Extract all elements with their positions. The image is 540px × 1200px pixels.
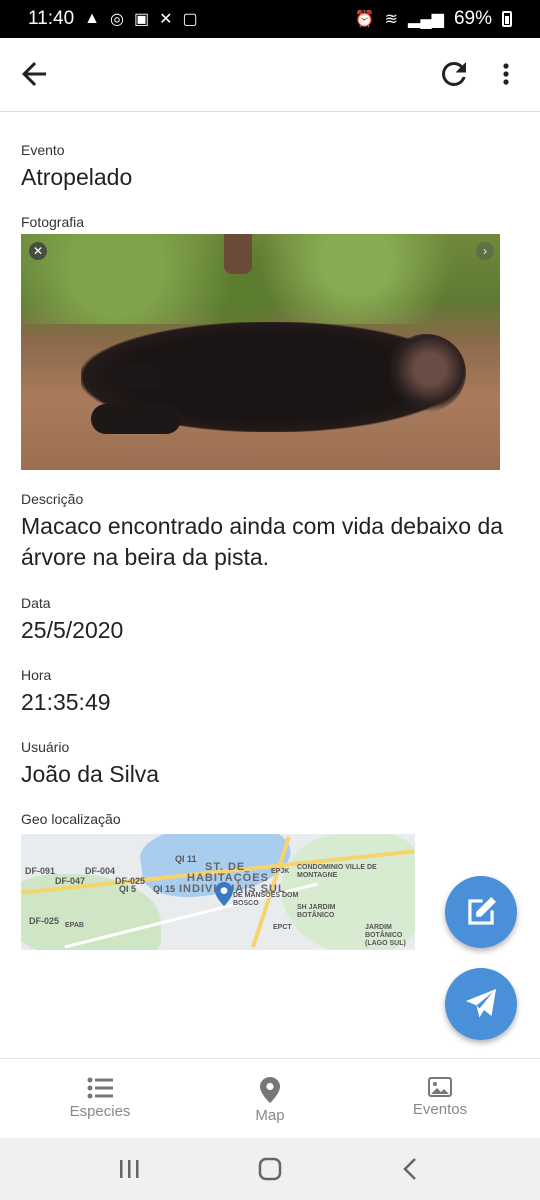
photo-icon: ▢ [182, 11, 198, 28]
back-icon[interactable] [396, 1156, 426, 1182]
battery-icon [502, 11, 512, 27]
event-photo[interactable]: ✕ › [21, 234, 500, 470]
instagram-icon: ◎ [109, 11, 124, 28]
edit-icon [468, 896, 497, 925]
image-icon [428, 1077, 452, 1097]
status-bar: 11:40 ▲ ◎ ▣ ✕ ▢ ⏰ ≋ ▂▄▆ 69% [0, 0, 540, 38]
wifi-icon: ≋ [384, 11, 399, 28]
map-label-mansoes: DE MANSÕES DOM BOSCO [233, 892, 299, 907]
location-map[interactable]: DF-091 DF-047 DF-004 DF-025 DF-025 QI 11… [21, 834, 415, 950]
map-label-epct: EPCT [273, 924, 292, 931]
usuario-label: Usuário [21, 739, 70, 755]
recents-icon[interactable] [114, 1156, 144, 1182]
send-button[interactable] [445, 968, 517, 1040]
send-icon [466, 989, 496, 1018]
nav-label-eventos: Eventos [412, 1101, 468, 1118]
close-icon[interactable]: ✕ [29, 242, 47, 260]
nav-item-map[interactable]: Map [180, 1059, 360, 1139]
map-label-qi5: QI 5 [119, 884, 137, 894]
map-label-df091: DF-091 [25, 866, 56, 876]
alarm-icon: ⏰ [354, 11, 375, 28]
map-label-df004: DF-004 [85, 866, 116, 876]
home-icon[interactable] [255, 1156, 285, 1182]
map-label-epjk: EPJK [271, 868, 290, 875]
nav-item-eventos[interactable]: Eventos [350, 1059, 530, 1139]
more-vert-icon[interactable] [494, 56, 518, 92]
data-label: Data [21, 595, 51, 611]
missed-call-icon: ✕ [159, 11, 173, 28]
map-label-epab: EPAB [65, 922, 84, 929]
nav-label-map: Map [255, 1107, 285, 1124]
battery-percent: 69% [453, 8, 492, 29]
app-bar [0, 38, 540, 112]
bottom-navigation: Especies Map Eventos [0, 1058, 540, 1138]
edit-button[interactable] [445, 876, 517, 948]
map-label-qi15: QI 15 [153, 884, 176, 894]
map-label-df025b: DF-025 [29, 916, 60, 926]
hora-value: 21:35:49 [21, 689, 111, 715]
evento-value: Atropelado [21, 164, 133, 190]
data-value: 25/5/2020 [21, 617, 124, 643]
hora-label: Hora [21, 667, 52, 683]
map-label-jardim-lago: JARDIM BOTÂNICO (LAGO SUL) [365, 924, 406, 947]
map-label-sh-jardim: SH JARDIM BOTÂNICO [297, 904, 336, 919]
status-time: 11:40 [28, 8, 75, 29]
descricao-value: Macaco encontrado ainda com vida debaixo… [21, 513, 504, 570]
geo-label: Geo localização [21, 811, 121, 827]
alert-icon: ▲ [84, 10, 100, 27]
location-pin-icon [260, 1077, 280, 1103]
chevron-right-icon[interactable]: › [476, 242, 494, 260]
list-icon [87, 1077, 113, 1099]
fotografia-label: Fotografia [21, 214, 85, 230]
nav-label-especies: Especies [69, 1103, 131, 1120]
usuario-value: João da Silva [21, 761, 160, 787]
refresh-icon[interactable] [436, 56, 472, 92]
map-label-df047: DF-047 [55, 876, 86, 886]
map-pin-icon [215, 882, 233, 906]
nav-item-especies[interactable]: Especies [10, 1059, 190, 1139]
map-label-qi11: QI 11 [175, 854, 197, 864]
system-navigation-bar [0, 1138, 540, 1200]
voicemail-icon: ▣ [133, 11, 150, 28]
evento-label: Evento [21, 142, 65, 158]
signal-icon: ▂▄▆ [408, 11, 444, 28]
map-label-condominio: CONDOMINIO VILLE DE MONTAGNE [297, 864, 377, 879]
descricao-label: Descrição [21, 491, 84, 507]
back-arrow-icon[interactable] [16, 56, 52, 92]
